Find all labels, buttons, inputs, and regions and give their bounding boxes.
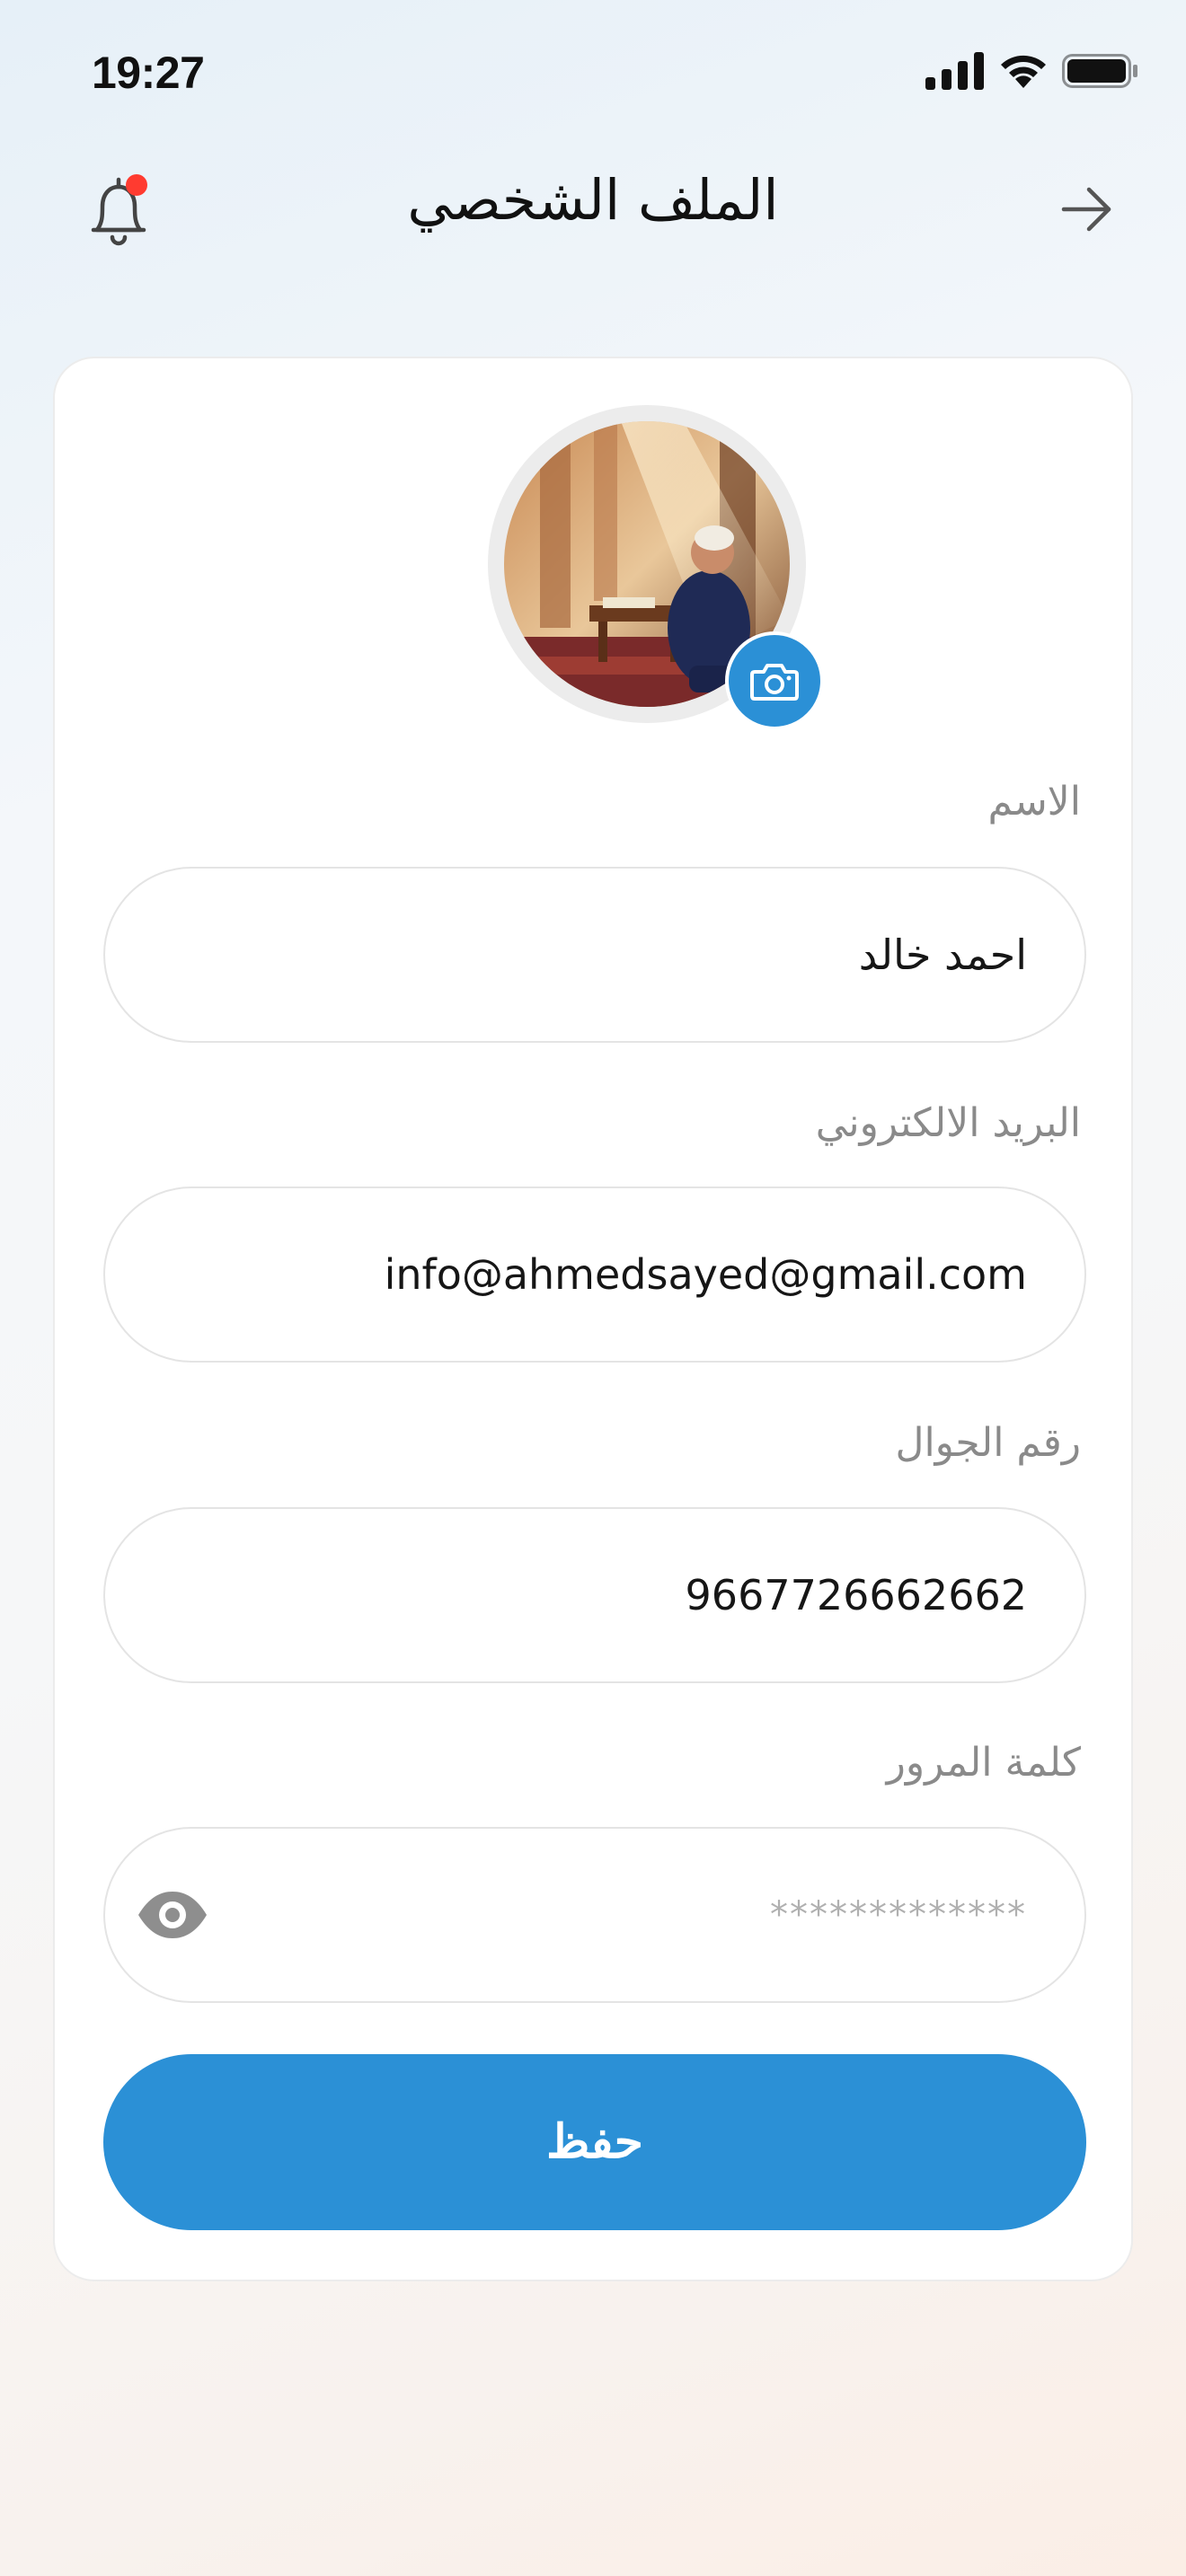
back-button[interactable] [1057,180,1116,239]
profile-card: الاسم احمد خالد البريد الالكتروني info@a… [53,357,1133,2281]
name-field[interactable]: احمد خالد [103,867,1086,1043]
status-icons [925,52,1139,90]
email-label: البريد الالكتروني [815,1100,1081,1146]
arrow-right-icon [1061,187,1111,232]
email-value: info@ahmedsayed@gmail.com [384,1250,1027,1299]
password-value: ************* [770,1894,1027,1936]
page-title: الملف الشخصي [407,167,779,233]
save-button-label: حفظ [546,2116,643,2168]
phone-field[interactable]: 9667726662662 [103,1507,1086,1683]
toggle-password-visibility[interactable] [136,1888,209,1942]
password-field[interactable]: ************* [103,1827,1086,2003]
cellular-signal-icon [925,52,984,90]
name-label: الاسم [987,779,1081,825]
phone-label: رقم الجوال [895,1420,1081,1466]
password-label: كلمة المرور [886,1740,1081,1786]
save-button[interactable]: حفظ [103,2054,1086,2230]
app-header: الملف الشخصي [0,153,1186,269]
camera-icon [750,664,799,701]
change-photo-button[interactable] [725,631,824,730]
email-field[interactable]: info@ahmedsayed@gmail.com [103,1187,1086,1363]
battery-icon [1062,54,1137,88]
name-value: احمد خالد [858,931,1027,979]
phone-value: 9667726662662 [685,1571,1027,1619]
status-time: 19:27 [92,48,205,98]
avatar-container [488,405,824,730]
wifi-icon [1001,55,1046,88]
eye-icon [138,1892,207,1938]
status-bar: 19:27 [0,0,1186,148]
